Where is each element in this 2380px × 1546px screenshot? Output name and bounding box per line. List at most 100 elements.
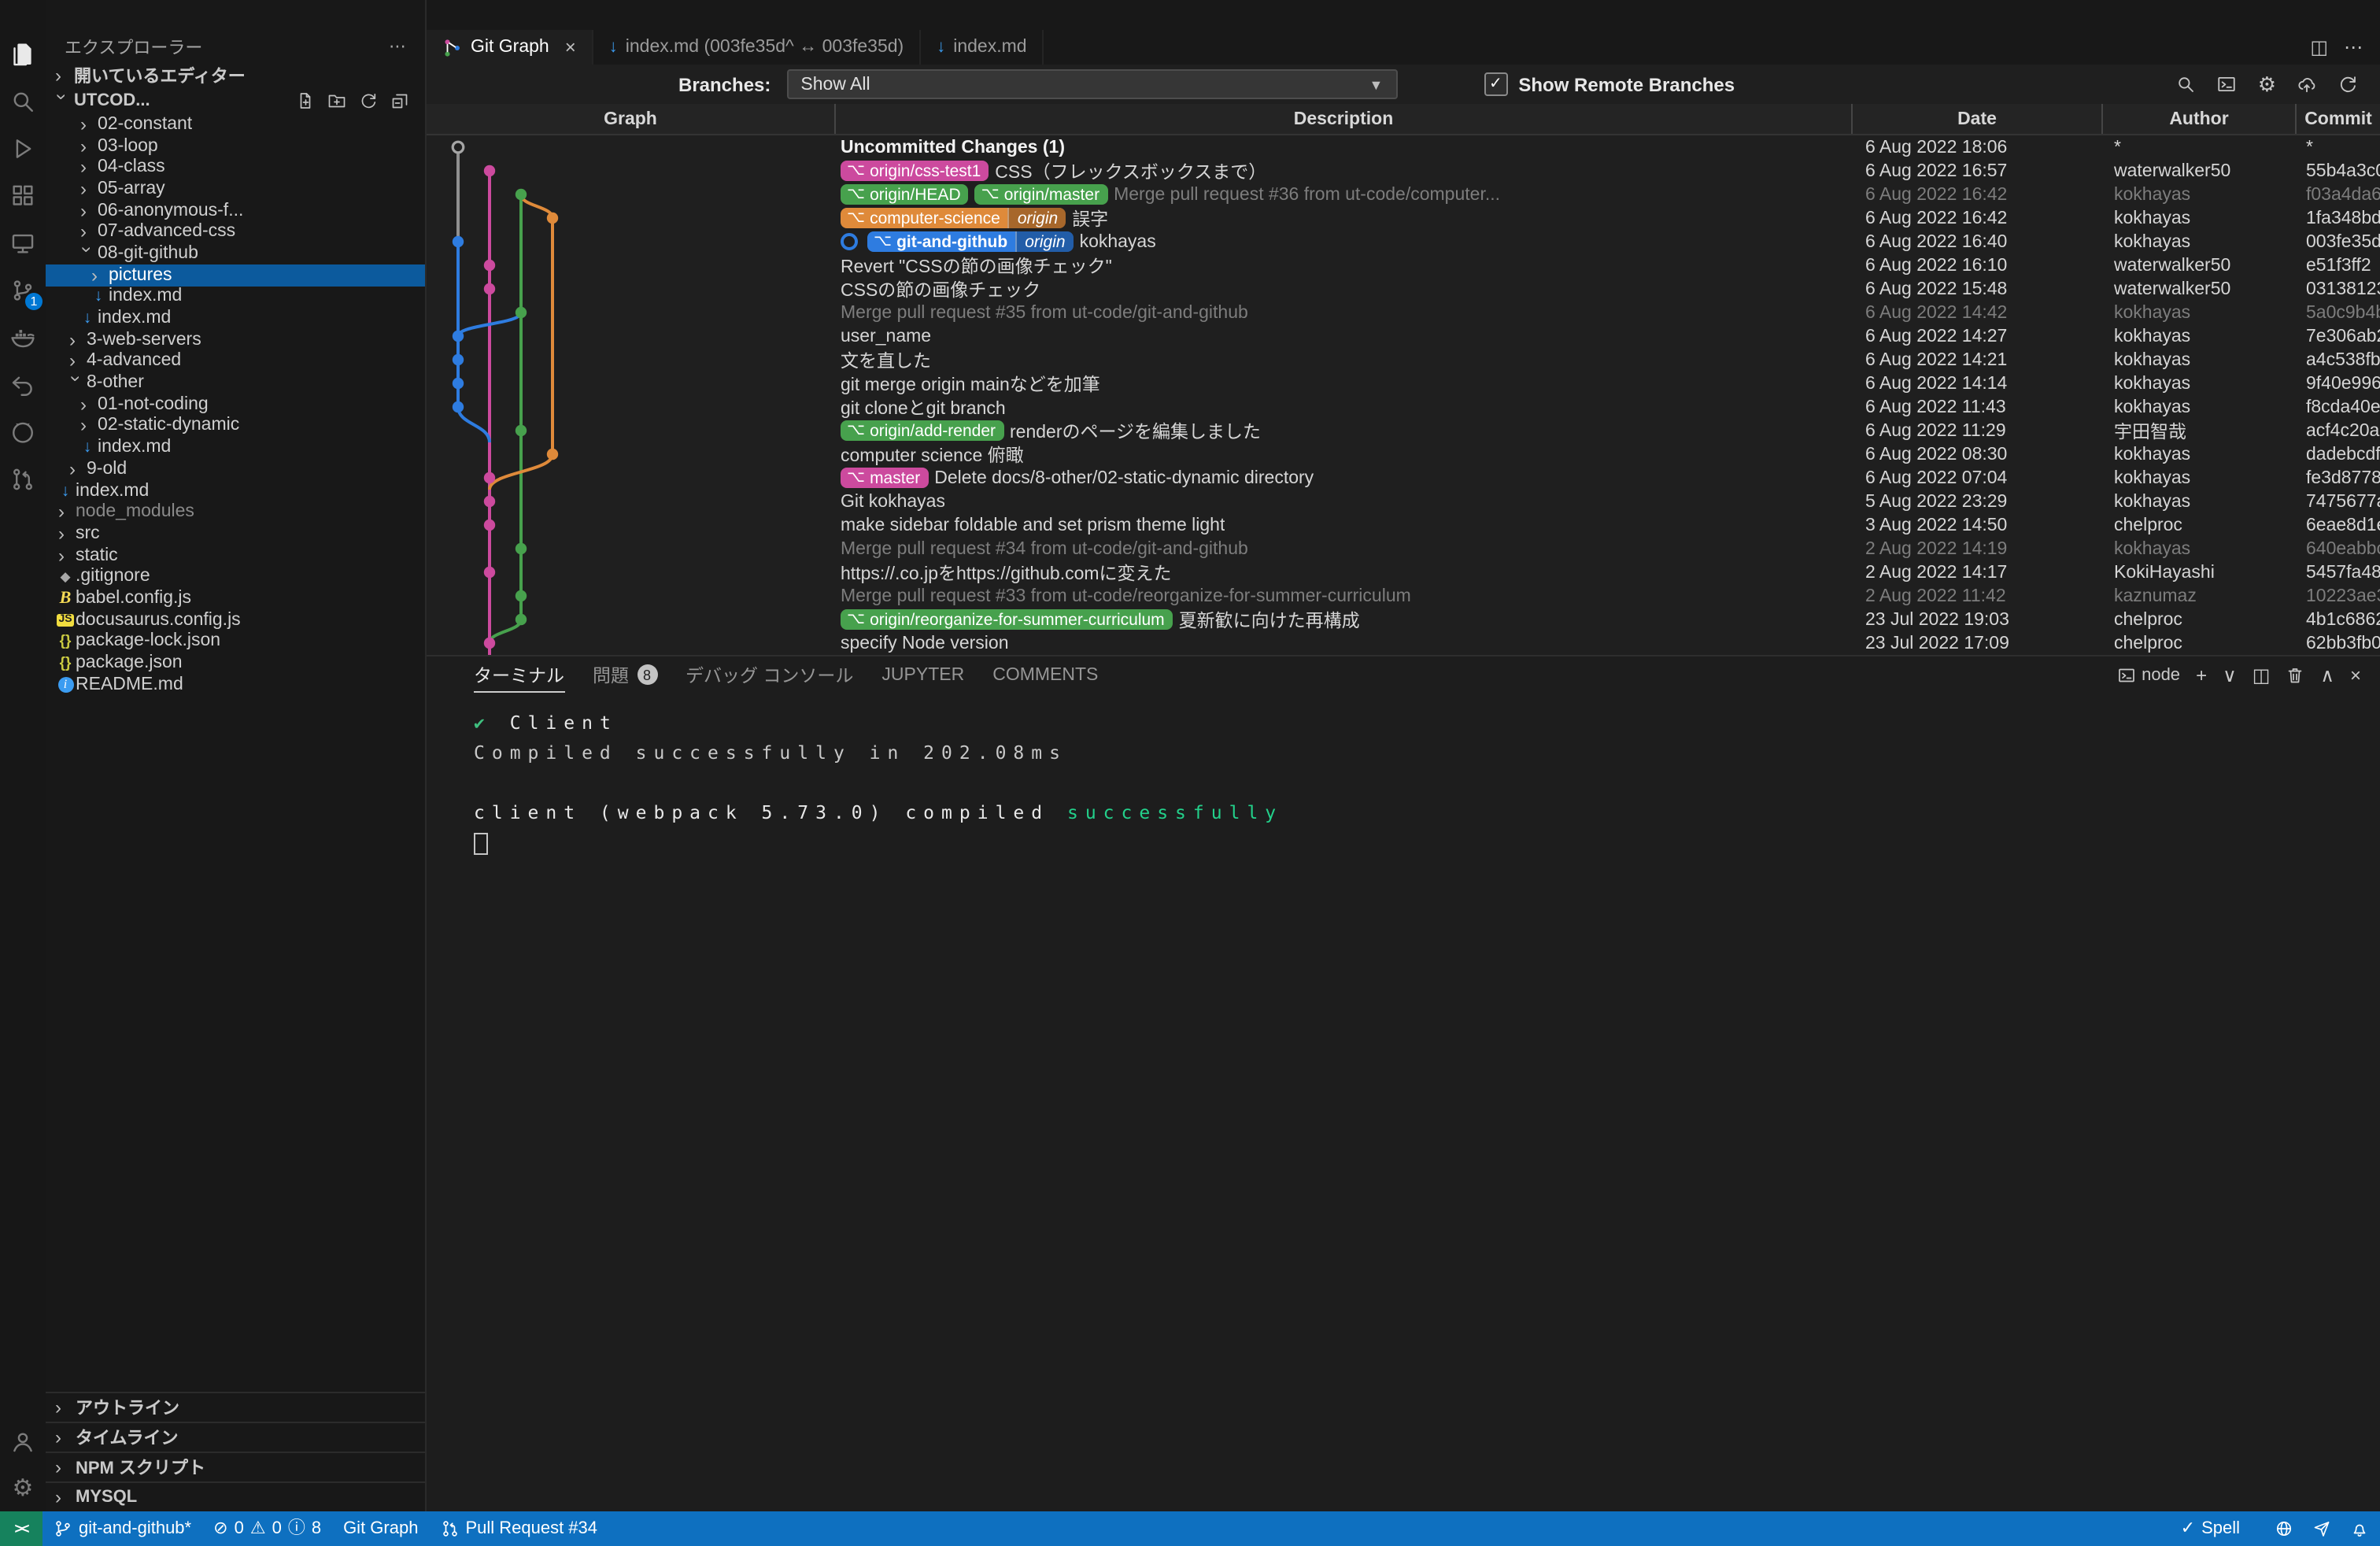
run-debug-icon[interactable]: [0, 124, 46, 172]
tree-item-index.md[interactable]: ↓index.md: [46, 479, 425, 501]
tree-item-index.md[interactable]: ↓index.md: [46, 286, 425, 307]
remote-explorer-icon[interactable]: [0, 219, 46, 266]
commit-row[interactable]: Git kokhayas5 Aug 2022 23:29kokhayas7475…: [427, 490, 2380, 513]
branch-badge[interactable]: ⌥master: [841, 468, 928, 488]
commit-row[interactable]: user_name6 Aug 2022 14:27kokhayas7e306ab…: [427, 324, 2380, 348]
commit-row[interactable]: ⌥masterDelete docs/8-other/02-static-dyn…: [427, 466, 2380, 490]
git-graph-status-item[interactable]: Git Graph: [332, 1511, 429, 1546]
commit-row[interactable]: ⌥origin/reorganize-for-summer-curriculum…: [427, 608, 2380, 631]
tree-item-06-anonymous-f...[interactable]: ›06-anonymous-f...: [46, 200, 425, 221]
chevron-down-icon[interactable]: ∨: [2223, 664, 2237, 686]
account-icon[interactable]: [0, 1417, 46, 1464]
sidebar-section[interactable]: ›MYSQL: [46, 1481, 425, 1511]
undo-arrow-icon[interactable]: [0, 361, 46, 408]
new-folder-icon[interactable]: [327, 91, 346, 109]
commit-row[interactable]: ⌥computer-scienceorigin誤字6 Aug 2022 16:4…: [427, 206, 2380, 230]
commit-row[interactable]: Uncommitted Changes (1)6 Aug 2022 18:06*…: [427, 135, 2380, 159]
refresh-icon[interactable]: [2338, 74, 2358, 94]
commit-row[interactable]: ⌥origin/HEAD⌥origin/masterMerge pull req…: [427, 183, 2380, 206]
pull-requests-icon[interactable]: [0, 455, 46, 502]
trash-icon[interactable]: [2286, 665, 2304, 684]
commit-row[interactable]: Merge pull request #35 from ut-code/git-…: [427, 301, 2380, 324]
branch-badge[interactable]: ⌥origin/HEAD: [841, 184, 969, 205]
show-remote-branches-checkbox[interactable]: ✓: [1484, 72, 1507, 96]
sidebar-section[interactable]: ›NPM スクリプト: [46, 1452, 425, 1481]
tree-item-04-class[interactable]: ›04-class: [46, 157, 425, 178]
chevron-up-icon[interactable]: ∧: [2320, 664, 2334, 686]
remote-indicator[interactable]: ><: [0, 1511, 42, 1546]
panel-tab[interactable]: 問題8: [593, 656, 657, 693]
branch-badge[interactable]: ⌥git-and-githuborigin: [867, 231, 1074, 252]
editor-tab[interactable]: Git Graph×: [427, 30, 593, 65]
close-icon[interactable]: ×: [565, 36, 576, 58]
tree-item-03-loop[interactable]: ›03-loop: [46, 135, 425, 156]
branch-status-item[interactable]: git-and-github*: [42, 1511, 202, 1546]
sidebar-section[interactable]: ›アウトライン: [46, 1392, 425, 1422]
panel-tab[interactable]: COMMENTS: [992, 656, 1098, 693]
tree-item-02-constant[interactable]: ›02-constant: [46, 113, 425, 135]
commit-row[interactable]: Revert "CSSの節の画像チェック"6 Aug 2022 16:10wat…: [427, 253, 2380, 277]
branch-badge[interactable]: ⌥origin/reorganize-for-summer-curriculum: [841, 609, 1173, 630]
terminal-icon[interactable]: [2217, 74, 2238, 94]
tree-item-8-other[interactable]: ›8-other: [46, 372, 425, 394]
search-icon[interactable]: [2176, 74, 2197, 94]
branch-badge[interactable]: ⌥origin/master: [975, 184, 1107, 205]
commit-row[interactable]: Merge pull request #33 from ut-code/reor…: [427, 584, 2380, 608]
explorer-icon[interactable]: [0, 30, 46, 77]
bell-icon[interactable]: [2350, 1519, 2369, 1538]
tree-item-01-not-coding[interactable]: ›01-not-coding: [46, 394, 425, 415]
tree-item-docusaurus.config.js[interactable]: JSdocusaurus.config.js: [46, 609, 425, 631]
tree-item-package.json[interactable]: {}package.json: [46, 652, 425, 673]
tree-item-pictures[interactable]: ›pictures: [46, 264, 425, 286]
panel-tab[interactable]: デバッグ コンソール: [686, 656, 853, 693]
editor-tab[interactable]: ↓index.md: [921, 30, 1044, 65]
tree-item-4-advanced[interactable]: ›4-advanced: [46, 350, 425, 372]
tree-item-nodemodules[interactable]: ›node_modules: [46, 501, 425, 523]
collapse-all-icon[interactable]: [390, 91, 409, 109]
problems-status-item[interactable]: ⊘ 0 ⚠ 0 ⓘ 8: [202, 1511, 332, 1546]
tree-item-README.md[interactable]: iREADME.md: [46, 674, 425, 695]
spell-status-item[interactable]: ✓ Spell: [2170, 1511, 2251, 1546]
cloud-upload-icon[interactable]: [2297, 74, 2317, 94]
workspace-section[interactable]: › UTCOD...: [46, 87, 425, 113]
panel-tab[interactable]: ターミナル: [474, 656, 564, 693]
commit-row[interactable]: ⌥origin/css-test1CSS（フレックスボックスまで）6 Aug 2…: [427, 159, 2380, 183]
new-file-icon[interactable]: [296, 91, 315, 109]
branches-dropdown[interactable]: Show All ▼: [786, 69, 1397, 99]
commit-row[interactable]: ⌥origin/add-renderrenderのページを編集しました6 Aug…: [427, 419, 2380, 442]
docker-icon[interactable]: [0, 313, 46, 361]
commit-row[interactable]: git merge origin mainなどを加筆6 Aug 2022 14:…: [427, 372, 2380, 395]
terminal-profile[interactable]: node: [2116, 665, 2180, 684]
tree-item-3-web-servers[interactable]: ›3-web-servers: [46, 329, 425, 350]
send-icon[interactable]: [2312, 1519, 2331, 1538]
tree-item-static[interactable]: ›static: [46, 545, 425, 566]
settings-icon[interactable]: ⚙: [0, 1464, 46, 1511]
tree-item-9-old[interactable]: ›9-old: [46, 458, 425, 479]
open-editors-section[interactable]: › 開いているエディター: [46, 65, 425, 87]
commit-row[interactable]: specify Node version23 Jul 2022 17:09che…: [427, 631, 2380, 655]
plus-icon[interactable]: +: [2196, 664, 2207, 686]
branch-badge[interactable]: ⌥origin/css-test1: [841, 161, 989, 181]
commit-row[interactable]: https://.co.jpをhttps://github.comに変えた2 A…: [427, 560, 2380, 584]
commit-row[interactable]: CSSの節の画像チェック6 Aug 2022 15:48waterwalker5…: [427, 277, 2380, 301]
globe-icon[interactable]: [2275, 1519, 2293, 1538]
terminal-output[interactable]: ✔ Client Compiled successfully in 202.08…: [427, 693, 2380, 858]
tree-item-src[interactable]: ›src: [46, 523, 425, 544]
more-actions-icon[interactable]: ⋯: [389, 39, 406, 56]
more-actions-icon[interactable]: ⋯: [2344, 38, 2363, 57]
branch-badge[interactable]: ⌥computer-scienceorigin: [841, 208, 1066, 228]
tree-item-index.md[interactable]: ↓index.md: [46, 307, 425, 328]
sidebar-section[interactable]: ›タイムライン: [46, 1422, 425, 1452]
commit-row[interactable]: 文を直した6 Aug 2022 14:21kokhayasa4c538fb: [427, 348, 2380, 372]
tree-item-02-static-dynamic[interactable]: ›02-static-dynamic: [46, 415, 425, 436]
extensions-icon[interactable]: [0, 172, 46, 219]
tree-item-index.md[interactable]: ↓index.md: [46, 437, 425, 458]
pull-request-status-item[interactable]: Pull Request #34: [429, 1511, 608, 1546]
tree-item-babel.config.js[interactable]: Bbabel.config.js: [46, 587, 425, 608]
tree-item-07-advanced-css[interactable]: ›07-advanced-css: [46, 221, 425, 242]
branch-badge[interactable]: ⌥origin/add-render: [841, 420, 1003, 441]
tree-item-08-git-github[interactable]: ›08-git-github: [46, 242, 425, 264]
commit-row[interactable]: computer science 俯瞰6 Aug 2022 08:30kokha…: [427, 442, 2380, 466]
commit-row[interactable]: ⌥git-and-githuboriginkokhayas6 Aug 2022 …: [427, 230, 2380, 253]
commit-row[interactable]: Merge pull request #34 from ut-code/git-…: [427, 537, 2380, 560]
